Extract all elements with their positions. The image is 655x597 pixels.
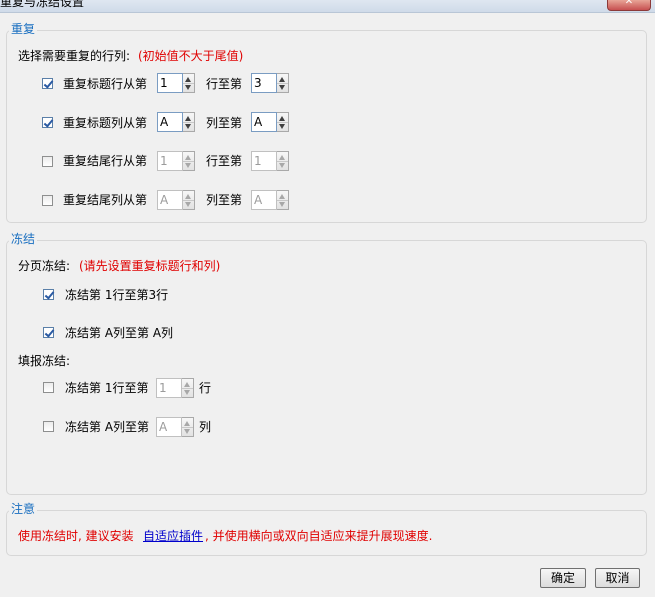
ok-button[interactable]: 确定: [540, 568, 586, 588]
arrow-up-icon[interactable]: [279, 155, 285, 160]
fill-freeze-row-value[interactable]: 1: [156, 378, 182, 398]
repeat-title-row-from-spinner[interactable]: 1: [157, 73, 195, 93]
note-text-after: , 并使用横向或双向自适应来提升展现速度.: [205, 529, 433, 543]
repeat-prompt: 选择需要重复的行列:: [18, 49, 131, 63]
note-group-title: 注意: [9, 502, 38, 516]
spinner-arrows[interactable]: [182, 378, 194, 398]
repeat-title-col-to-spinner[interactable]: A: [251, 112, 289, 132]
repeat-group-title: 重复: [9, 22, 38, 36]
arrow-down-icon[interactable]: [185, 124, 191, 129]
repeat-tail-row-checkbox[interactable]: [42, 156, 53, 167]
fill-freeze-col-spinner[interactable]: A: [156, 417, 194, 437]
page-freeze-hint: (请先设置重复标题行和列): [79, 259, 221, 273]
adaptive-plugin-link[interactable]: 自适应插件: [143, 528, 203, 544]
freeze-group-title: 冻结: [9, 232, 38, 246]
arrow-down-icon[interactable]: [184, 429, 190, 434]
page-freeze-row-label: 冻结第 1行至第3行: [65, 288, 169, 302]
arrow-down-icon[interactable]: [185, 85, 191, 90]
fill-freeze-prompt: 填报冻结:: [18, 354, 71, 368]
arrow-up-icon[interactable]: [185, 77, 191, 82]
spinner-arrows[interactable]: [183, 190, 195, 210]
close-button[interactable]: ✕: [607, 0, 651, 11]
page-freeze-col-label: 冻结第 A列至第 A列: [65, 326, 174, 340]
repeat-tail-col-label: 重复结尾列从第: [63, 193, 148, 207]
repeat-tail-col-to-value[interactable]: A: [251, 190, 277, 210]
fill-freeze-col-label: 冻结第 A列至第: [65, 420, 150, 434]
arrow-up-icon[interactable]: [184, 421, 190, 426]
freeze-group: [6, 240, 647, 495]
repeat-title-col-checkbox[interactable]: [42, 117, 53, 128]
note-text-before: 使用冻结时, 建议安装: [18, 529, 134, 543]
arrow-down-icon[interactable]: [185, 202, 191, 207]
window-title: 重复与冻结设置: [0, 0, 85, 9]
repeat-title-col-label: 重复标题列从第: [63, 116, 148, 130]
repeat-tail-row-from-spinner[interactable]: 1: [157, 151, 195, 171]
fill-freeze-col-suffix: 列: [199, 420, 212, 434]
spinner-arrows[interactable]: [183, 112, 195, 132]
repeat-title-row-checkbox[interactable]: [42, 78, 53, 89]
repeat-tail-row-to-spinner[interactable]: 1: [251, 151, 289, 171]
repeat-title-col-from-spinner[interactable]: A: [157, 112, 195, 132]
repeat-tail-col-from-spinner[interactable]: A: [157, 190, 195, 210]
arrow-up-icon[interactable]: [185, 194, 191, 199]
repeat-tail-col-from-value[interactable]: A: [157, 190, 183, 210]
fill-freeze-row-label: 冻结第 1行至第: [65, 381, 149, 395]
repeat-tail-col-to-spinner[interactable]: A: [251, 190, 289, 210]
arrow-down-icon[interactable]: [279, 202, 285, 207]
page-freeze-col-checkbox[interactable]: [43, 327, 54, 338]
spinner-arrows[interactable]: [183, 151, 195, 171]
arrow-up-icon[interactable]: [279, 77, 285, 82]
repeat-tail-row-label: 重复结尾行从第: [63, 154, 148, 168]
page-freeze-prompt: 分页冻结:: [18, 259, 71, 273]
repeat-title-col-to-label: 列至第: [206, 116, 243, 130]
cancel-button[interactable]: 取消: [595, 568, 640, 588]
fill-freeze-col-checkbox[interactable]: [43, 421, 54, 432]
title-bar: 重复与冻结设置 ✕: [0, 0, 655, 13]
repeat-hint: (初始值不大于尾值): [138, 49, 244, 63]
repeat-title-row-to-value[interactable]: 3: [251, 73, 277, 93]
repeat-title-row-to-label: 行至第: [206, 77, 243, 91]
spinner-arrows[interactable]: [277, 73, 289, 93]
close-icon: ✕: [624, 0, 634, 7]
arrow-down-icon[interactable]: [184, 390, 190, 395]
arrow-up-icon[interactable]: [185, 155, 191, 160]
repeat-tail-row-from-value[interactable]: 1: [157, 151, 183, 171]
arrow-down-icon[interactable]: [185, 163, 191, 168]
fill-freeze-row-checkbox[interactable]: [43, 382, 54, 393]
spinner-arrows[interactable]: [183, 73, 195, 93]
repeat-tail-row-to-value[interactable]: 1: [251, 151, 277, 171]
arrow-up-icon[interactable]: [279, 194, 285, 199]
arrow-up-icon[interactable]: [279, 116, 285, 121]
repeat-tail-row-to-label: 行至第: [206, 154, 243, 168]
spinner-arrows[interactable]: [277, 190, 289, 210]
repeat-title-row-from-value[interactable]: 1: [157, 73, 183, 93]
repeat-title-col-from-value[interactable]: A: [157, 112, 183, 132]
repeat-title-col-to-value[interactable]: A: [251, 112, 277, 132]
repeat-tail-col-checkbox[interactable]: [42, 195, 53, 206]
repeat-tail-col-to-label: 列至第: [206, 193, 243, 207]
fill-freeze-col-value[interactable]: A: [156, 417, 182, 437]
fill-freeze-row-spinner[interactable]: 1: [156, 378, 194, 398]
fill-freeze-row-suffix: 行: [199, 381, 212, 395]
spinner-arrows[interactable]: [277, 112, 289, 132]
arrow-up-icon[interactable]: [185, 116, 191, 121]
page-freeze-row-checkbox[interactable]: [43, 289, 54, 300]
arrow-down-icon[interactable]: [279, 163, 285, 168]
spinner-arrows[interactable]: [182, 417, 194, 437]
arrow-down-icon[interactable]: [279, 124, 285, 129]
arrow-down-icon[interactable]: [279, 85, 285, 90]
arrow-up-icon[interactable]: [184, 382, 190, 387]
repeat-title-row-label: 重复标题行从第: [63, 77, 148, 91]
spinner-arrows[interactable]: [277, 151, 289, 171]
repeat-title-row-to-spinner[interactable]: 3: [251, 73, 289, 93]
